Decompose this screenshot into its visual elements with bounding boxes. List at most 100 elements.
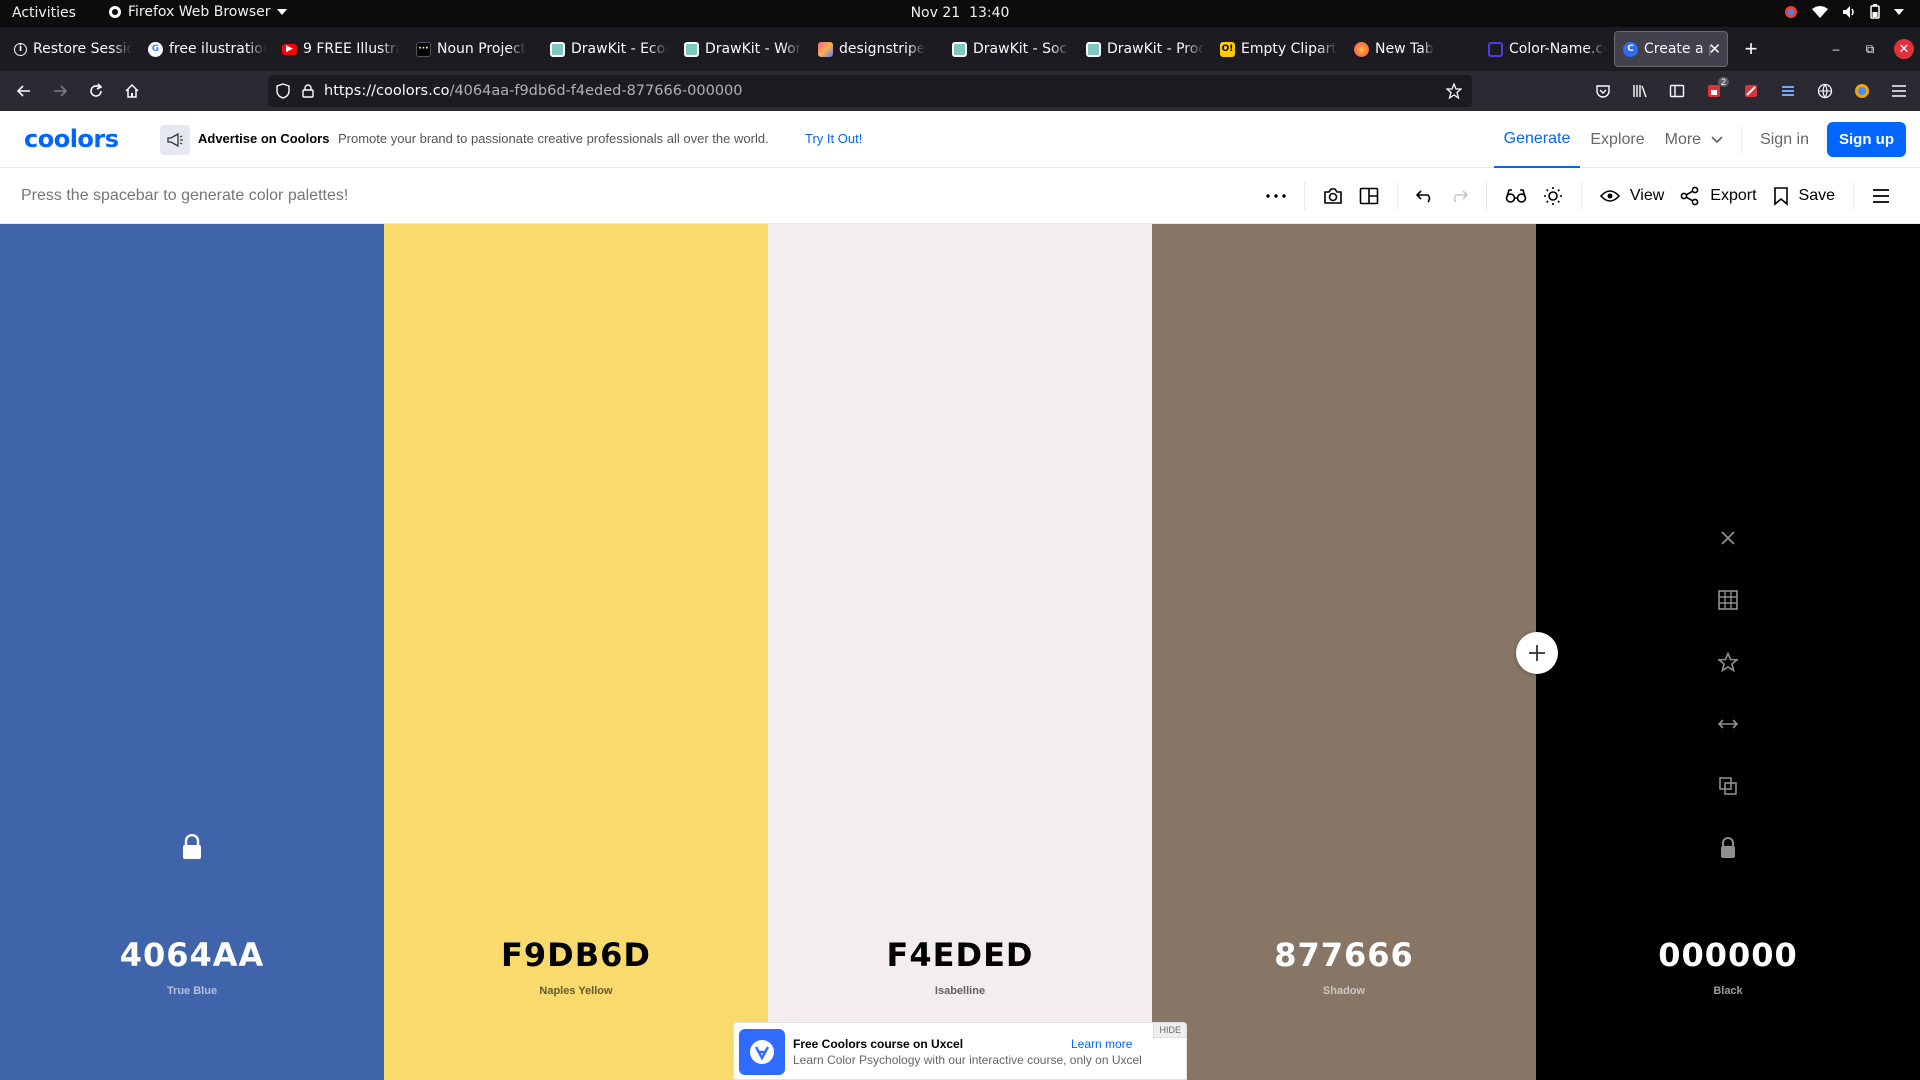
hamburger-menu-icon[interactable]	[1890, 82, 1908, 100]
new-tab-button[interactable]: +	[1734, 32, 1768, 66]
tab-free-ilustrations[interactable]: G free ilustrations	[140, 31, 274, 67]
tab-strip: i Restore Session G free ilustrations ▶ …	[0, 27, 1920, 71]
pocket-icon[interactable]	[1594, 82, 1612, 100]
tab-noun-project[interactable]: ··· Noun Project	[408, 31, 542, 67]
color-swatch-2[interactable]: F9DB6D Naples Yellow	[384, 224, 768, 1080]
coolors-logo[interactable]: coolors	[24, 125, 119, 153]
save-button[interactable]: Save	[1765, 178, 1843, 214]
divider	[1580, 182, 1582, 210]
collage-button[interactable]	[1351, 178, 1387, 214]
globe-extension-icon[interactable]	[1816, 82, 1834, 100]
nav-more[interactable]: More	[1655, 111, 1733, 168]
hide-ad-button[interactable]: HIDE	[1153, 1023, 1186, 1038]
save-color-button[interactable]	[1709, 648, 1747, 676]
colorful-extension-icon[interactable]	[1853, 82, 1871, 100]
color-blindness-button[interactable]	[1497, 178, 1535, 214]
extension-red-icon[interactable]: 2	[1705, 77, 1729, 100]
home-button[interactable]	[114, 75, 150, 107]
hex-code[interactable]: 877666	[1152, 936, 1536, 974]
tab-empty-clipart[interactable]: O! Empty Clipart	[1212, 31, 1346, 67]
try-it-out-link[interactable]: Try It Out!	[805, 131, 862, 146]
url-text: https://coolors.co/4064aa-f9db6d-f4eded-…	[324, 83, 743, 99]
sign-in-link[interactable]: Sign in	[1750, 111, 1819, 168]
tab-9-free-illustrations[interactable]: ▶ 9 FREE Illustrations	[274, 31, 408, 67]
more-options-button[interactable]	[1258, 178, 1294, 214]
volume-icon[interactable]	[1842, 5, 1856, 19]
bookmark-star-icon[interactable]	[1446, 83, 1462, 99]
adjust-palette-button[interactable]	[1535, 178, 1571, 214]
colorname-icon	[1488, 41, 1503, 57]
reload-button[interactable]	[78, 75, 114, 107]
tab-create-a-palette[interactable]: C Create a palette ✕	[1614, 31, 1728, 67]
arrow-right-icon	[54, 85, 68, 97]
app-menu[interactable]: Firefox Web Browser	[108, 4, 287, 20]
redo-button[interactable]	[1442, 178, 1476, 214]
divider	[1853, 182, 1854, 210]
close-tab-icon[interactable]: ✕	[1708, 40, 1721, 58]
chevron-down-icon	[276, 9, 287, 15]
firefox-icon	[108, 5, 122, 19]
tab-color-name[interactable]: Color-Name.com	[1480, 31, 1614, 67]
tab-label: New Tab	[1375, 41, 1434, 57]
restore-icon[interactable]: ⧉	[1860, 39, 1880, 59]
forward-button[interactable]	[42, 75, 78, 107]
undo-icon	[1415, 190, 1431, 203]
toggle-lock-button[interactable]	[1709, 834, 1747, 862]
hex-code[interactable]: F4EDED	[768, 936, 1152, 974]
sign-up-button[interactable]: Sign up	[1827, 122, 1906, 157]
lock-icon[interactable]	[302, 84, 314, 98]
address-bar[interactable]: https://coolors.co/4064aa-f9db6d-f4eded-…	[268, 75, 1472, 107]
color-swatch-1[interactable]: 4064AA True Blue	[0, 224, 384, 1080]
system-menu-chevron-icon[interactable]	[1894, 8, 1904, 15]
tab-restore-session[interactable]: i Restore Session	[6, 31, 140, 67]
undo-button[interactable]	[1408, 178, 1442, 214]
lock-icon[interactable]	[180, 834, 204, 860]
battery-icon[interactable]	[1870, 4, 1880, 19]
wifi-icon[interactable]	[1812, 5, 1828, 19]
back-button[interactable]	[6, 75, 42, 107]
chrome-indicator-icon[interactable]	[1784, 5, 1798, 19]
drag-color-button[interactable]	[1709, 710, 1747, 738]
tab-label: free ilustrations	[169, 41, 266, 57]
clock-time: 13:40	[969, 5, 1010, 21]
shield-icon[interactable]	[276, 83, 290, 99]
clock-button[interactable]: Nov 21 13:40	[911, 5, 1010, 21]
activities-button[interactable]: Activities	[12, 5, 76, 21]
view-shades-button[interactable]	[1709, 586, 1747, 614]
color-swatch-4[interactable]: 877666 Shadow	[1152, 224, 1536, 1080]
tab-drawkit-ecommerce[interactable]: DrawKit - Ecommerce	[542, 31, 676, 67]
megaphone-icon[interactable]	[160, 125, 190, 155]
add-color-button[interactable]	[1516, 632, 1558, 674]
color-swatch-5[interactable]: 000000 Black	[1536, 224, 1920, 1080]
save-label: Save	[1798, 187, 1835, 204]
tab-label: Empty Clipart	[1241, 41, 1337, 57]
bookmark-icon	[1773, 187, 1788, 206]
close-window-icon[interactable]: ✕	[1894, 39, 1914, 59]
list-extension-icon[interactable]	[1779, 82, 1797, 100]
learn-more-link[interactable]: Learn more	[1071, 1037, 1132, 1051]
extension-badge: 2	[1717, 77, 1729, 87]
copy-hex-button[interactable]	[1709, 772, 1747, 800]
sidebar-icon[interactable]	[1668, 82, 1686, 100]
camera-button[interactable]	[1315, 178, 1351, 214]
view-button[interactable]: View	[1592, 178, 1672, 214]
tab-drawkit-social[interactable]: DrawKit - Social	[944, 31, 1078, 67]
minimize-icon[interactable]: –	[1826, 39, 1846, 59]
menu-button[interactable]	[1864, 178, 1898, 214]
library-icon[interactable]	[1631, 82, 1649, 100]
color-picker-extension-icon[interactable]	[1742, 82, 1760, 100]
export-label: Export	[1710, 187, 1757, 204]
hex-code[interactable]: 4064AA	[0, 936, 384, 974]
remove-color-button[interactable]	[1709, 524, 1747, 552]
export-button[interactable]: Export	[1672, 178, 1764, 214]
tab-designstripe[interactable]: designstripe	[810, 31, 944, 67]
nav-explore[interactable]: Explore	[1580, 111, 1654, 168]
tab-drawkit-product[interactable]: DrawKit - Product	[1078, 31, 1212, 67]
color-swatch-3[interactable]: F4EDED Isabelline	[768, 224, 1152, 1080]
hex-code[interactable]: F9DB6D	[384, 936, 768, 974]
hex-code[interactable]: 000000	[1536, 936, 1920, 974]
tab-new-tab[interactable]: New Tab	[1346, 31, 1480, 67]
system-tray[interactable]	[1784, 4, 1904, 19]
tab-drawkit-work[interactable]: DrawKit - Work	[676, 31, 810, 67]
nav-generate[interactable]: Generate	[1493, 111, 1581, 168]
